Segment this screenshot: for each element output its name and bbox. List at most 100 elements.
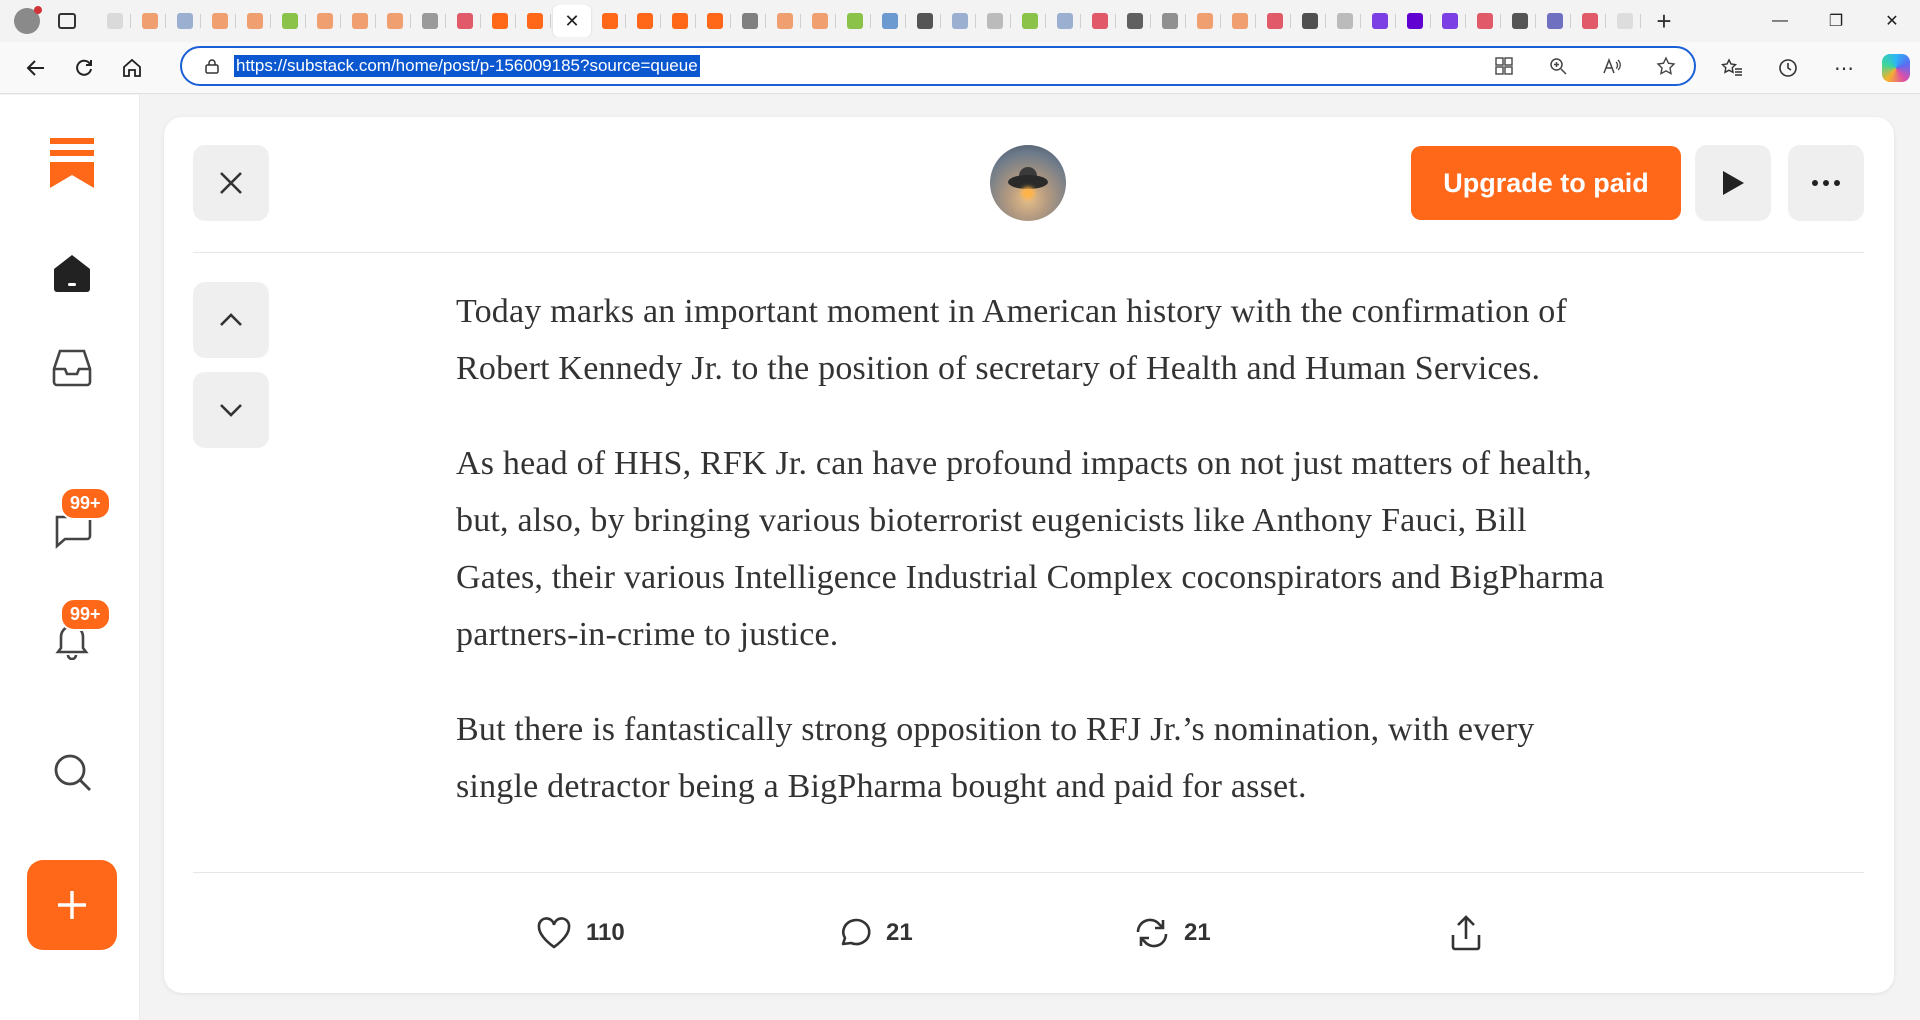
play-audio-button[interactable] <box>1695 145 1771 221</box>
browser-tab[interactable] <box>98 5 131 37</box>
url-text[interactable]: https://substack.com/home/post/p-1560091… <box>234 55 700 77</box>
substack-logo-icon[interactable] <box>42 133 102 193</box>
favorite-star-icon[interactable] <box>1652 52 1680 80</box>
browser-tab[interactable] <box>1573 5 1606 37</box>
activity-nav-icon[interactable]: 99+ <box>42 598 111 670</box>
browser-tab[interactable] <box>1258 5 1291 37</box>
browser-tab[interactable] <box>308 5 341 37</box>
create-post-button[interactable] <box>27 860 117 950</box>
browser-tab-active[interactable]: ✕ <box>553 5 591 37</box>
browser-tab[interactable] <box>1048 5 1081 37</box>
browser-tab[interactable] <box>873 5 906 37</box>
browser-tab[interactable] <box>943 5 976 37</box>
close-window-icon[interactable]: ✕ <box>1864 0 1920 42</box>
browser-tab[interactable] <box>908 5 941 37</box>
tab-actions-icon[interactable] <box>58 13 76 29</box>
browser-tab[interactable] <box>1398 5 1431 37</box>
browser-tab[interactable] <box>628 5 661 37</box>
tab-favicon-icon <box>1371 13 1388 29</box>
browser-tab[interactable] <box>733 5 766 37</box>
browser-tab[interactable] <box>698 5 731 37</box>
next-post-button[interactable] <box>193 372 269 448</box>
more-options-icon[interactable]: ⋯ <box>1826 50 1862 86</box>
restore-icon[interactable]: ❐ <box>1808 0 1864 42</box>
tab-favicon-icon <box>1021 13 1038 29</box>
inbox-nav-icon[interactable] <box>42 338 102 398</box>
browser-tab[interactable] <box>413 5 446 37</box>
like-count: 110 <box>586 919 625 946</box>
browser-tab[interactable] <box>483 5 516 37</box>
upgrade-to-paid-button[interactable]: Upgrade to paid <box>1411 146 1681 220</box>
browser-tab[interactable] <box>1153 5 1186 37</box>
search-icon[interactable] <box>42 742 102 802</box>
browser-tab[interactable] <box>1118 5 1151 37</box>
favorites-icon[interactable] <box>1714 50 1750 86</box>
browser-tab[interactable] <box>978 5 1011 37</box>
lock-icon[interactable] <box>204 57 220 75</box>
refresh-icon[interactable] <box>62 50 106 86</box>
share-icon <box>1451 915 1481 951</box>
home-nav-icon[interactable] <box>42 243 102 303</box>
play-icon <box>1723 171 1744 195</box>
history-icon[interactable] <box>1770 50 1806 86</box>
tab-favicon-icon <box>1091 13 1108 29</box>
back-icon[interactable] <box>14 50 58 86</box>
browser-tab[interactable] <box>1013 5 1046 37</box>
comment-button[interactable]: 21 <box>838 911 913 955</box>
browser-tab[interactable] <box>343 5 376 37</box>
copilot-icon[interactable] <box>1882 54 1910 82</box>
previous-post-button[interactable] <box>193 282 269 358</box>
tab-favicon-icon <box>601 13 618 29</box>
browser-tab[interactable] <box>1188 5 1221 37</box>
tab-favicon-icon <box>951 13 968 29</box>
post-reader: Upgrade to paid Today marks an important… <box>164 117 1894 993</box>
app-sidebar: 99+ 99+ <box>0 95 140 1020</box>
tab-favicon-icon <box>281 13 298 29</box>
browser-tab[interactable] <box>663 5 696 37</box>
browser-tab[interactable] <box>133 5 166 37</box>
browser-tab[interactable] <box>518 5 551 37</box>
browser-tab[interactable] <box>1608 5 1641 37</box>
browser-tab[interactable] <box>1293 5 1326 37</box>
profile-icon[interactable] <box>14 6 42 34</box>
home-icon[interactable] <box>110 50 154 86</box>
restack-button[interactable]: 21 <box>1134 911 1211 955</box>
browser-tab[interactable] <box>1328 5 1361 37</box>
browser-tab[interactable] <box>1433 5 1466 37</box>
browser-tab[interactable] <box>593 5 626 37</box>
publication-avatar[interactable] <box>990 145 1066 221</box>
address-bar[interactable]: https://substack.com/home/post/p-1560091… <box>180 46 1696 86</box>
tab-favicon-icon <box>1511 13 1528 29</box>
browser-tab[interactable] <box>203 5 236 37</box>
browser-tab[interactable] <box>1468 5 1501 37</box>
chat-nav-icon[interactable]: 99+ <box>42 487 111 559</box>
browser-tab[interactable] <box>1363 5 1396 37</box>
share-button[interactable] <box>1450 911 1482 955</box>
browser-tab[interactable] <box>273 5 306 37</box>
tab-favicon-icon <box>316 13 333 29</box>
browser-tab[interactable] <box>768 5 801 37</box>
browser-tab[interactable] <box>838 5 871 37</box>
browser-tab[interactable] <box>1083 5 1116 37</box>
close-icon <box>220 172 242 194</box>
browser-tab[interactable] <box>1538 5 1571 37</box>
browser-tab[interactable] <box>238 5 271 37</box>
browser-tab[interactable] <box>1503 5 1536 37</box>
browser-tab[interactable] <box>803 5 836 37</box>
post-more-button[interactable] <box>1788 145 1864 221</box>
tab-favicon-icon <box>141 13 158 29</box>
minimize-icon[interactable]: — <box>1752 0 1808 42</box>
zoom-icon[interactable] <box>1544 52 1572 80</box>
app-available-icon[interactable] <box>1490 52 1518 80</box>
close-reader-button[interactable] <box>193 145 269 221</box>
read-aloud-icon[interactable] <box>1598 52 1626 80</box>
browser-tab[interactable] <box>1223 5 1256 37</box>
browser-tab[interactable] <box>448 5 481 37</box>
new-tab-icon[interactable]: + <box>1647 5 1681 37</box>
browser-tab-bar: ✕ + — ❐ ✕ <box>0 0 1920 42</box>
close-tab-icon[interactable]: ✕ <box>564 12 579 30</box>
browser-tab[interactable] <box>168 5 201 37</box>
browser-tab[interactable] <box>378 5 411 37</box>
like-button[interactable]: 110 <box>536 911 625 955</box>
tab-favicon-icon <box>526 13 543 29</box>
